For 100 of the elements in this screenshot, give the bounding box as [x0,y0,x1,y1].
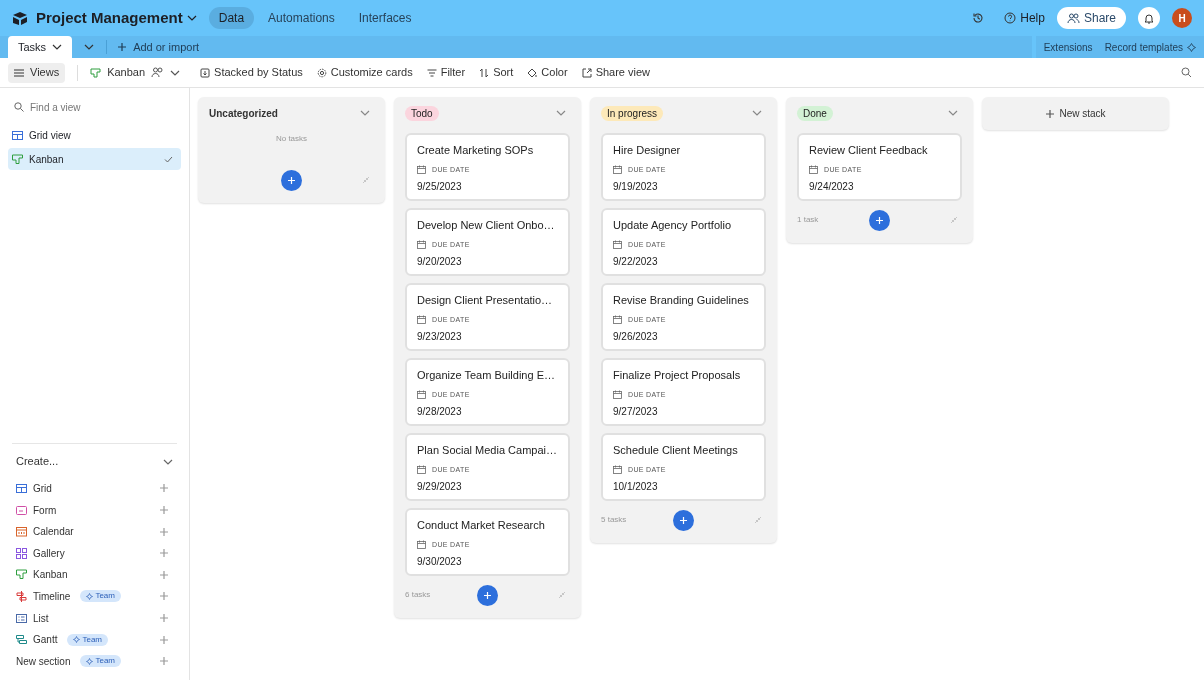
plus-icon [483,590,492,600]
new-stack-button[interactable]: New stack [982,97,1169,130]
list-icon [16,612,27,624]
share-button[interactable]: Share view [581,64,651,81]
plus-icon [159,634,169,645]
calendar-icon [417,165,426,175]
form-icon [16,504,27,516]
card-title: Develop New Client Onbo… [417,218,556,233]
collapse-button[interactable] [948,110,958,116]
add-button[interactable] [159,505,169,516]
create-item[interactable]: Gallery [33,545,65,561]
sparkle-icon [86,592,94,600]
logo-icon [12,11,28,25]
date-value: 9/23/2023 [417,330,463,344]
collapse-button[interactable] [752,110,762,116]
chevron-down-icon [52,44,63,50]
card-title: Finalize Project Proposals [613,368,742,383]
add-button[interactable] [159,656,169,667]
date-value: 9/24/2023 [809,180,855,194]
color-button[interactable]: Color [527,64,568,81]
share-button[interactable]: Share [1056,7,1126,29]
card-title: Review Client Feedback [809,143,929,158]
chevron-down-icon [752,110,762,116]
add-button[interactable] [159,548,169,559]
date-value: 9/29/2023 [417,480,463,494]
collapse-button[interactable] [163,458,173,465]
user-avatar[interactable]: H [1172,8,1192,28]
badge-label: Team [95,655,116,668]
view-item[interactable]: Kanban [8,148,181,170]
add-button[interactable] [159,591,169,602]
table-tab[interactable]: Tasks [8,36,73,58]
calendar-icon [613,390,622,400]
create-item[interactable]: Gantt [33,632,58,648]
view-item[interactable]: Grid view [8,124,181,146]
add-card-button[interactable] [869,209,890,231]
sparkle-icon [73,636,81,644]
customize-button[interactable]: Customize cards [316,64,413,81]
create-item[interactable]: Calendar [33,524,74,540]
add-button[interactable] [159,526,169,537]
plus-icon [159,526,169,537]
plus-icon [159,591,169,602]
card-title: Plan Social Media Campai… [417,443,558,458]
collapse-icon [950,216,958,224]
task-count: 5 tasks [601,514,627,526]
create-item[interactable]: Form [33,502,57,518]
paint-bucket-icon [527,67,538,78]
badge-label: Team [82,633,103,646]
plus-icon [1045,108,1056,119]
chevron-down-icon [556,110,566,116]
kanban-icon [90,67,102,78]
view-switcher[interactable]: Kanban [90,64,181,81]
plus-icon [159,656,169,667]
card-title: Update Agency Portfolio [613,218,733,233]
help-button[interactable]: Help [1004,9,1045,27]
sort-button[interactable]: Sort [479,64,514,81]
create-item[interactable]: New section [16,653,71,669]
add-button[interactable] [159,613,169,623]
gantt-icon [16,634,27,646]
extensions-button[interactable]: Extensions [1043,39,1093,55]
nav-tab[interactable]: Automations [258,7,345,29]
add-card-button[interactable] [281,169,302,191]
create-item[interactable]: Grid [33,480,52,496]
record-templates-button[interactable]: Record templates [1104,39,1196,55]
create-item[interactable]: Kanban [33,567,68,583]
kanban-icon [16,569,27,581]
add-card-button[interactable] [673,509,694,531]
stack-button[interactable]: Stacked by Status [200,64,303,81]
collapse-button[interactable] [360,110,370,116]
create-item[interactable]: Timeline [33,588,71,604]
card-title: Hire Designer [613,143,682,158]
plus-icon [117,42,128,52]
stack-title: Uncategorized [209,106,278,121]
task-count: 6 tasks [405,589,431,601]
add-button[interactable] [159,569,169,580]
filter-button[interactable]: Filter [426,64,466,81]
nav-tab[interactable]: Interfaces [348,7,422,29]
create-item[interactable]: List [33,610,49,626]
search-field[interactable]: Find a view [30,99,175,115]
card-title: Design Client Presentatio… [417,293,554,308]
plus-icon [159,483,169,494]
add-or-import-button[interactable]: Add or import [107,36,210,58]
notifications-button[interactable] [1138,7,1160,29]
timeline-icon [16,590,27,602]
search-icon [14,102,24,112]
collapse-icon [754,516,762,524]
views-button[interactable]: Views [8,62,66,83]
collapse-button[interactable] [556,110,566,116]
menu-icon [14,68,24,77]
status-tag: Todo [405,105,439,121]
add-button[interactable] [159,483,169,494]
task-count: 1 task [797,214,819,226]
plus-icon [287,175,296,185]
add-card-button[interactable] [477,584,498,606]
calendar-icon [613,165,622,175]
nav-tab[interactable]: Data [208,7,255,29]
help-icon [1004,12,1017,24]
add-button[interactable] [159,634,169,645]
search-icon[interactable] [1181,67,1192,78]
history-icon[interactable] [972,12,985,24]
calendar-icon [417,390,426,400]
